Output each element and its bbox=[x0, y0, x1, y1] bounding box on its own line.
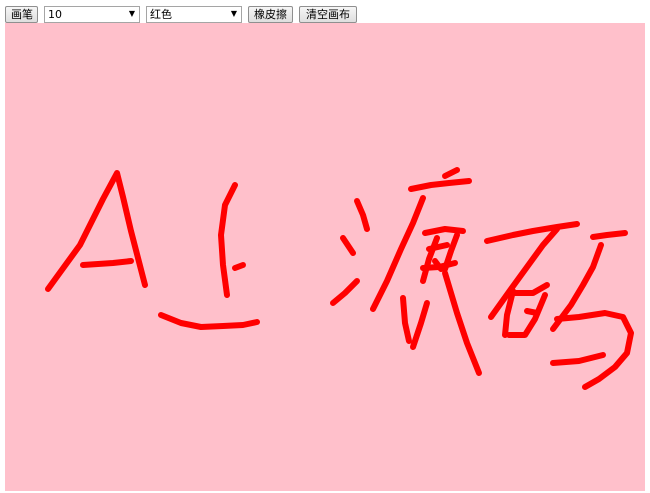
chevron-down-icon: ▼ bbox=[128, 9, 135, 18]
drawing-canvas[interactable] bbox=[5, 23, 645, 491]
ink-stroke bbox=[80, 258, 134, 268]
ink-stroke bbox=[158, 312, 260, 330]
ink-stroke bbox=[550, 352, 606, 366]
brush-button[interactable]: 画笔 bbox=[5, 5, 38, 23]
ink-stroke bbox=[330, 278, 360, 306]
ink-stroke bbox=[408, 178, 472, 192]
ink-stroke bbox=[410, 300, 430, 350]
ink-stroke bbox=[45, 170, 148, 292]
ink-stroke bbox=[512, 282, 550, 296]
ink-stroke bbox=[484, 221, 580, 244]
ink-stroke bbox=[340, 235, 356, 256]
ink-stroke bbox=[218, 182, 238, 298]
chevron-down-icon: ▼ bbox=[230, 9, 237, 18]
ink-stroke bbox=[426, 242, 450, 252]
ink-stroke bbox=[400, 295, 412, 344]
ink-stroke bbox=[524, 308, 540, 316]
ink-stroke bbox=[232, 262, 246, 271]
ink-stroke bbox=[488, 226, 560, 320]
ink-stroke bbox=[354, 198, 370, 232]
toolbar: 画笔 10 ▼ 红色 ▼ 橡皮擦 清空画布 bbox=[5, 5, 357, 23]
brush-color-select[interactable]: 红色 ▼ bbox=[146, 5, 242, 23]
ink-stroke bbox=[506, 292, 548, 338]
brush-size-value: 10 bbox=[48, 7, 62, 21]
canvas-drawing bbox=[45, 167, 634, 390]
clear-canvas-button[interactable]: 清空画布 bbox=[299, 5, 357, 23]
eraser-button[interactable]: 橡皮擦 bbox=[248, 5, 293, 23]
brush-color-value: 红色 bbox=[150, 8, 172, 21]
ink-stroke bbox=[370, 195, 426, 312]
ink-stroke bbox=[442, 270, 482, 376]
brush-size-select[interactable]: 10 ▼ bbox=[44, 5, 140, 23]
ink-stroke bbox=[590, 230, 628, 240]
ink-stroke bbox=[554, 310, 634, 390]
ink-stroke bbox=[442, 167, 460, 179]
